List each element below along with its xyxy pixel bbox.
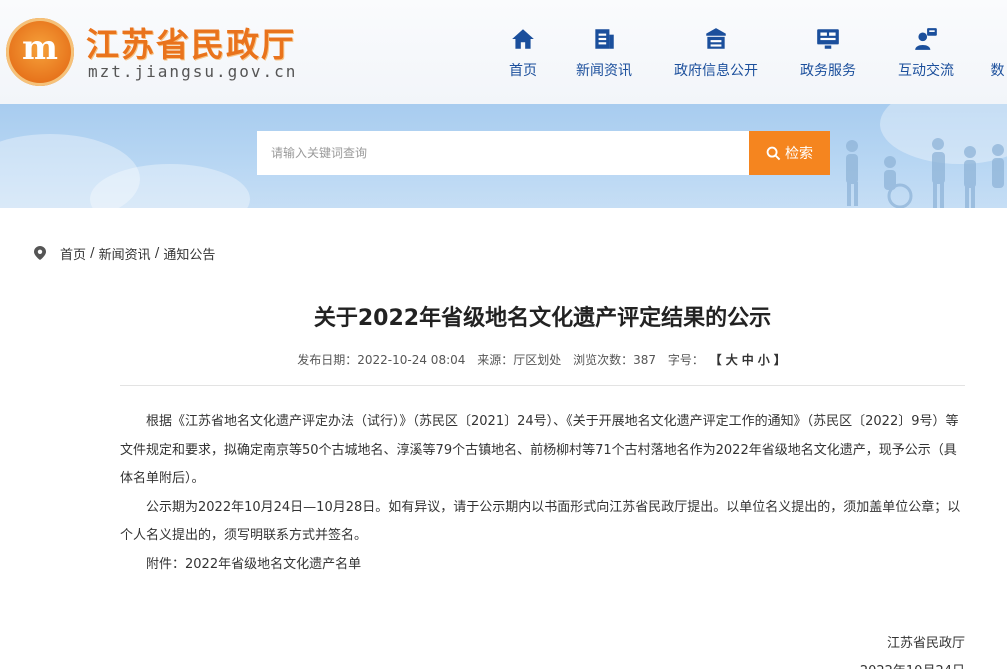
publish-date-label: 发布日期： xyxy=(297,353,358,367)
elderly-silhouette-illustration xyxy=(846,138,1004,208)
font-size-control: 【大中小】 xyxy=(708,353,788,367)
font-size-small[interactable]: 小 xyxy=(756,353,772,367)
font-size-large[interactable]: 大 xyxy=(724,353,740,367)
news-icon xyxy=(595,29,614,49)
nav-interaction[interactable]: 互动交流 xyxy=(892,26,960,86)
nav-label-data: 数 xyxy=(990,63,1005,79)
search-input[interactable] xyxy=(257,131,749,175)
nav-label-news: 新闻资讯 xyxy=(576,63,632,79)
nav-gov-info[interactable]: 政府信息公开 xyxy=(668,26,764,86)
nav-label-gov-service: 政务服务 xyxy=(800,63,856,79)
nav-label-home: 首页 xyxy=(509,63,537,79)
article-paragraph: 公示期为2022年10月24日—10月28日。如有异议，请于公示期内以书面形式向… xyxy=(120,499,961,544)
article-meta: 发布日期：2022-10-24 08:04 来源：厅区划处 浏览次数：387 字… xyxy=(120,351,965,368)
attachment-link[interactable]: 附件：2022年省级地名文化遗产名单 xyxy=(120,551,968,580)
nav-gov-service[interactable]: 政务服务 xyxy=(794,26,862,86)
breadcrumb-separator: / xyxy=(150,245,164,261)
site-name[interactable]: 江苏省民政厅 xyxy=(86,18,296,66)
site-domain: mzt.jiangsu.gov.cn xyxy=(88,62,298,81)
search-button-label: 检索 xyxy=(785,146,813,162)
bracket: 】 xyxy=(773,353,786,367)
chat-person-icon xyxy=(915,28,937,50)
nav-label-interaction: 互动交流 xyxy=(898,63,954,79)
search-icon xyxy=(766,146,781,160)
bank-icon xyxy=(706,28,726,49)
search-banner: 检索 xyxy=(0,104,1007,208)
nav-home[interactable]: 首页 xyxy=(504,26,542,86)
divider xyxy=(120,385,965,386)
article-body: 根据《江苏省地名文化遗产评定办法（试行）》（苏民区〔2021〕24号）、《关于开… xyxy=(120,408,968,579)
nav-news[interactable]: 新闻资讯 xyxy=(570,26,638,86)
search-button[interactable]: 检索 xyxy=(749,131,830,175)
breadcrumb-home[interactable]: 首页 xyxy=(60,244,86,263)
breadcrumb-separator: / xyxy=(86,245,99,261)
article-paragraph: 根据《江苏省地名文化遗产评定办法（试行）》（苏民区〔2021〕24号）、《关于开… xyxy=(120,414,959,486)
views-label: 浏览次数： xyxy=(573,353,634,367)
font-size-medium[interactable]: 中 xyxy=(740,353,756,367)
home-icon xyxy=(512,29,534,49)
breadcrumb-news[interactable]: 新闻资讯 xyxy=(99,244,151,263)
nav-data[interactable]: 数 xyxy=(988,26,1007,86)
font-size-label: 字号： xyxy=(667,353,704,367)
signature-date: 2022年10月24日 xyxy=(760,660,965,669)
article-title: 关于2022年省级地名文化遗产评定结果的公示 xyxy=(313,306,772,331)
monitor-icon xyxy=(817,29,839,49)
location-pin-icon xyxy=(34,246,46,260)
view-count: 387 xyxy=(633,353,656,367)
breadcrumb-notices[interactable]: 通知公告 xyxy=(163,244,215,263)
source-value: 厅区划处 xyxy=(513,353,562,367)
ministry-logo-emblem[interactable]: m xyxy=(6,18,74,86)
site-header: m 江苏省民政厅 mzt.jiangsu.gov.cn 首页 新闻资讯 政府信息… xyxy=(0,0,1007,104)
publish-date: 2022-10-24 08:04 xyxy=(357,353,466,367)
source-label: 来源： xyxy=(477,353,514,367)
nav-label-gov-info: 政府信息公开 xyxy=(674,63,758,79)
signature-org: 江苏省民政厅 xyxy=(886,636,965,651)
breadcrumb: 首页 / 新闻资讯 / 通知公告 xyxy=(34,244,215,263)
bracket: 【 xyxy=(709,353,722,367)
